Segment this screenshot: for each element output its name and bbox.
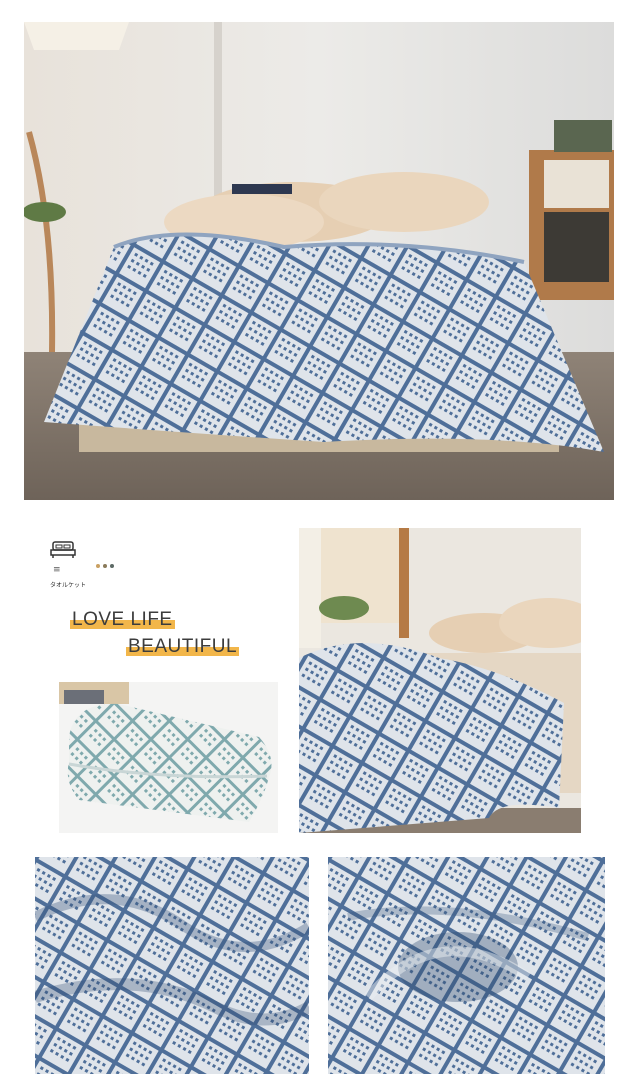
brand-name: タオルケット: [50, 582, 87, 589]
brand-dot: [96, 564, 100, 568]
brand-dots: [96, 564, 114, 568]
bed-corner-photo: [299, 528, 581, 833]
tagline-text: BEAUTIFUL: [128, 636, 238, 657]
tagline-love-life: LOVE LIFE: [70, 609, 175, 631]
brand-dot: [103, 564, 107, 568]
brand-dot: [110, 564, 114, 568]
tagline-beautiful: BEAUTIFUL: [126, 636, 240, 658]
blanket-closeup-photo-1: [35, 857, 309, 1074]
hero-bedroom-photo: [24, 22, 614, 500]
bed-icon: [50, 541, 76, 558]
tagline-text: LOVE LIFE: [72, 609, 173, 630]
folded-blanket-photo: [59, 682, 278, 833]
blanket-closeup-photo-2: [328, 857, 605, 1074]
menu-icon: ≡: [53, 565, 61, 575]
